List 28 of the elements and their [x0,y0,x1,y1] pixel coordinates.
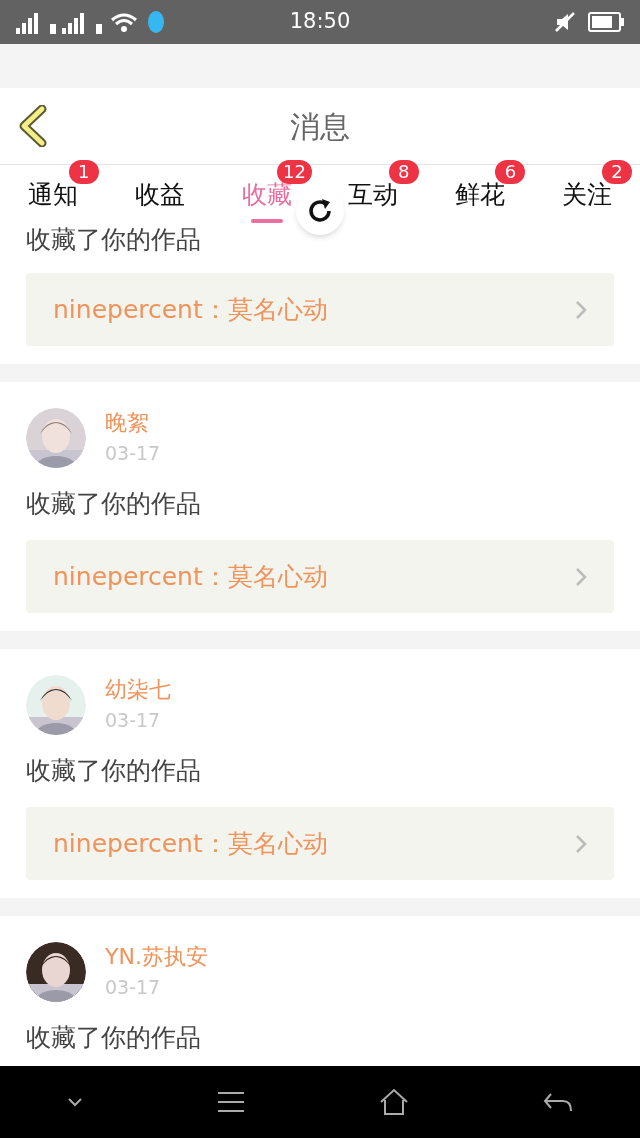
chevron-right-icon [575,299,587,320]
work-link[interactable]: ninepercent：莫名心动 [26,273,614,346]
work-link[interactable]: ninepercent：莫名心动 [26,540,614,613]
action-text: 收藏了你的作品 [26,1022,202,1054]
tab[interactable]: 收益 [135,167,185,223]
chevron-down-icon[interactable] [67,1097,83,1107]
count-badge: 8 [388,160,419,184]
refresh-button[interactable] [296,187,344,235]
back-icon [18,105,48,147]
home-icon[interactable] [379,1088,409,1116]
mute-icon [554,11,576,33]
chevron-right-icon [575,566,587,587]
chevron-right-icon [575,833,587,854]
refresh-icon [306,197,334,225]
back-arrow-icon[interactable] [543,1091,573,1113]
user-name[interactable]: 幼柒七 [105,675,171,705]
user-name[interactable]: 晚絮 [105,408,161,438]
work-link[interactable]: ninepercent：莫名心动 [26,807,614,880]
count-badge: 2 [602,160,633,184]
user-name[interactable]: YN.苏执安 [105,942,208,972]
action-text: 收藏了你的作品 [26,755,202,787]
action-text: 收藏了你的作品 [26,225,202,255]
page-title: 消息 [290,107,350,146]
menu-icon[interactable] [217,1091,245,1113]
clock: 18:50 [289,8,351,36]
count-badge: 1 [68,160,99,184]
action-text: 收藏了你的作品 [26,488,202,520]
battery-icon [588,12,624,32]
